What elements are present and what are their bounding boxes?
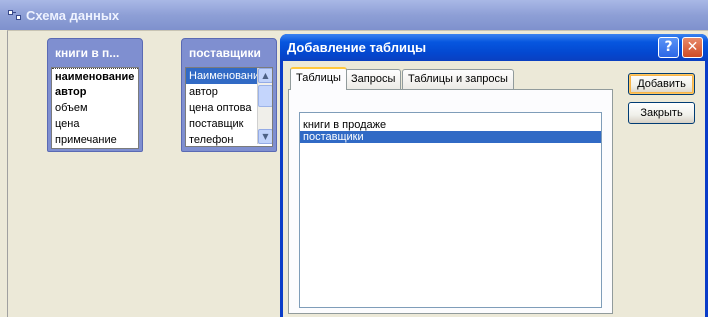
- field-item[interactable]: цена: [52, 116, 138, 132]
- scroll-down-button[interactable]: ▼: [258, 129, 272, 144]
- scroll-up-button[interactable]: ▲: [258, 68, 272, 83]
- add-table-dialog: Добавление таблицы ? ✕ Таблицы Запросы Т…: [280, 34, 708, 317]
- tab-tables[interactable]: Таблицы: [290, 67, 347, 90]
- help-button[interactable]: ?: [658, 37, 679, 58]
- field-item[interactable]: наименование: [52, 68, 138, 84]
- table-box-title[interactable]: поставщики: [182, 39, 276, 65]
- field-list[interactable]: наименование автор объем цена примечание: [51, 67, 139, 149]
- list-item[interactable]: поставщики: [300, 131, 601, 143]
- table-box-books[interactable]: книги в п... наименование автор объем це…: [47, 38, 143, 152]
- list-item[interactable]: книги в продаже: [300, 119, 601, 131]
- parent-window-title: Схема данных: [26, 8, 120, 23]
- table-listbox[interactable]: книги в продаже поставщики: [299, 112, 602, 308]
- close-icon[interactable]: ✕: [682, 37, 703, 58]
- field-list-scrollbar[interactable]: ▲ ▼: [257, 68, 272, 144]
- scroll-thumb[interactable]: [258, 85, 272, 107]
- tab-panel: книги в продаже поставщики: [288, 89, 613, 314]
- table-box-title[interactable]: книги в п...: [48, 39, 142, 65]
- close-button[interactable]: Закрыть: [628, 102, 695, 124]
- field-item[interactable]: примечание: [52, 132, 138, 148]
- field-item[interactable]: объем: [52, 100, 138, 116]
- dialog-title: Добавление таблицы: [287, 40, 427, 55]
- relationships-icon: [8, 10, 22, 21]
- add-button[interactable]: Добавить: [628, 73, 695, 95]
- dialog-body: Таблицы Запросы Таблицы и запросы книги …: [283, 61, 705, 317]
- parent-title-bar: Схема данных: [0, 0, 708, 30]
- tab-queries[interactable]: Запросы: [345, 69, 402, 89]
- dialog-title-bar[interactable]: Добавление таблицы ? ✕: [280, 34, 708, 61]
- field-item[interactable]: автор: [52, 84, 138, 100]
- tab-tables-and-queries[interactable]: Таблицы и запросы: [402, 69, 514, 89]
- field-list[interactable]: Наименовани автор цена оптова поставщик …: [185, 67, 273, 147]
- table-box-suppliers[interactable]: поставщики Наименовани автор цена оптова…: [181, 38, 277, 152]
